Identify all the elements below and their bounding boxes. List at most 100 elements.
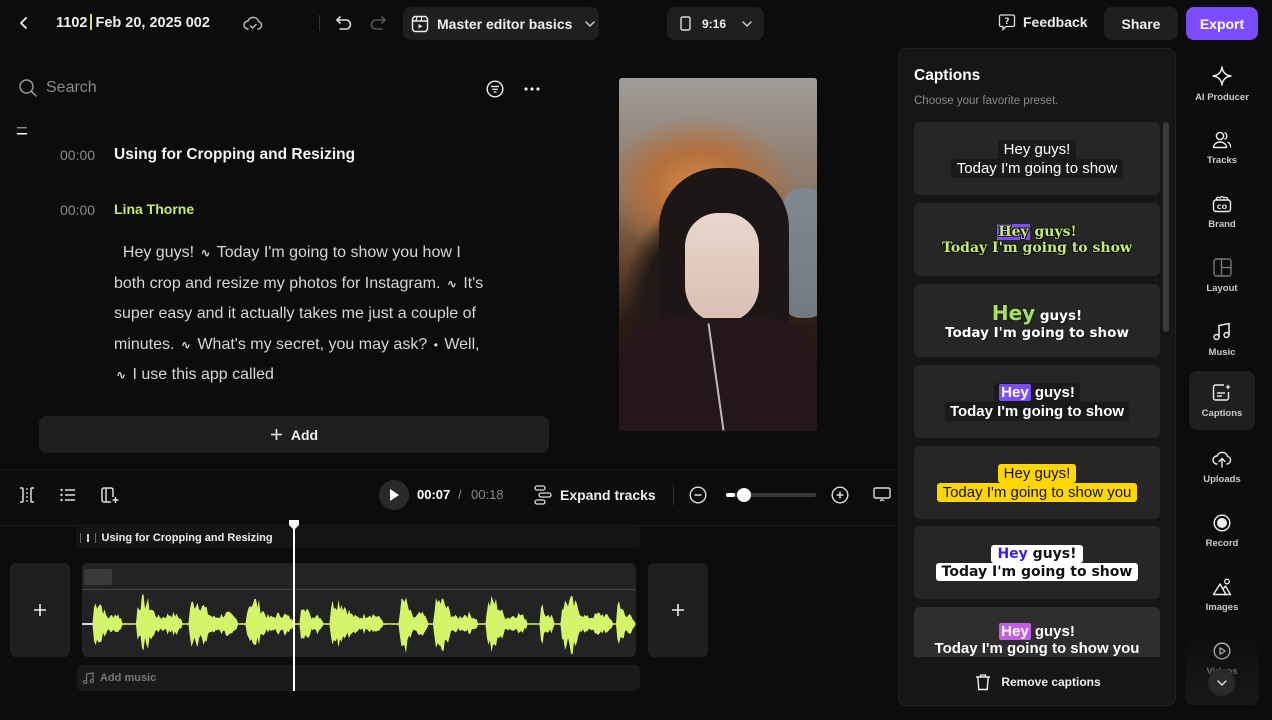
preset-line2: Today I'm going to show you <box>934 640 1140 657</box>
expand-tracks-button[interactable]: Expand tracks <box>534 485 656 505</box>
track-marker <box>80 532 81 543</box>
split-icon <box>20 487 34 503</box>
caption-preset[interactable]: Hey guys! Today I'm going to show you <box>914 607 1160 657</box>
more-options-button[interactable] <box>521 78 543 100</box>
captions-scrollbar[interactable] <box>1163 122 1169 332</box>
speaker-timestamp[interactable]: 00:00 <box>60 202 95 218</box>
rail-label: Uploads <box>1203 473 1241 485</box>
project-title[interactable]: 1102 Feb 20, 2025 002 <box>56 14 210 31</box>
pause-wave-icon[interactable]: ∿ <box>181 338 191 352</box>
rail-label: Captions <box>1201 407 1243 419</box>
template-dropdown[interactable]: Master editor basics <box>403 7 599 40</box>
preset-line1: Hey guys! <box>994 382 1080 402</box>
fit-screen-button[interactable] <box>871 485 893 505</box>
caption-preset[interactable]: Hey guys! Today I'm going to show <box>914 365 1160 438</box>
share-button[interactable]: Share <box>1104 7 1178 40</box>
pause-wave-icon[interactable]: ∿ <box>200 246 210 260</box>
caption-preset[interactable]: Hey guys! Today I'm going to show <box>914 203 1160 276</box>
feedback-button[interactable]: ? Feedback <box>998 13 1088 31</box>
scene-handle[interactable] <box>16 124 28 136</box>
aspect-ratio-value: 9:16 <box>702 16 727 31</box>
rail-item-images[interactable]: Images <box>1189 566 1255 624</box>
captions-icon <box>1212 383 1231 401</box>
back-button[interactable] <box>14 13 34 33</box>
add-after-button[interactable] <box>648 563 708 657</box>
pause-wave-icon[interactable]: ∿ <box>116 368 126 382</box>
scene-title[interactable]: Using for Cropping and Resizing <box>114 146 355 164</box>
feedback-icon: ? <box>998 14 1016 31</box>
filter-button[interactable] <box>484 78 506 100</box>
add-before-button[interactable] <box>10 563 70 657</box>
undo-button[interactable] <box>333 12 355 34</box>
feedback-label: Feedback <box>1023 14 1088 30</box>
aspect-ratio-dropdown[interactable]: 9:16 <box>667 7 764 40</box>
redo-icon <box>370 16 386 30</box>
rail-label: Music <box>1208 347 1236 358</box>
rail-item-record[interactable]: Record <box>1189 502 1255 560</box>
captions-title: Captions <box>914 67 981 84</box>
speaker-name[interactable]: Lina Thorne <box>114 201 194 217</box>
pause-wave-icon[interactable]: ∿ <box>447 277 457 291</box>
sparkle-icon <box>1212 65 1232 86</box>
transcript-text[interactable]: Hey guys! ∿ Today I'm going to show you … <box>114 238 494 391</box>
rail-scroll-down-button[interactable] <box>1208 669 1235 696</box>
transcript-segment[interactable]: Hey guys! <box>123 244 194 261</box>
video-preview[interactable] <box>619 78 817 431</box>
add-music-track[interactable]: Add music <box>77 665 640 691</box>
playhead-handle[interactable] <box>288 519 300 531</box>
layout-icon <box>1212 258 1232 277</box>
back-icon <box>20 17 27 29</box>
cloud-save-status[interactable] <box>241 12 265 34</box>
add-scene-button[interactable]: Add <box>39 416 549 453</box>
project-number: 1102 <box>56 15 88 31</box>
playhead[interactable] <box>293 520 295 691</box>
drag-handle-icon <box>17 127 27 135</box>
rail-item-ai-producer[interactable]: AI Producer <box>1189 55 1255 113</box>
redo-button[interactable] <box>367 12 389 34</box>
scene-track[interactable]: Using for Cropping and Resizing <box>76 527 640 548</box>
split-button[interactable] <box>16 485 38 505</box>
audio-clip[interactable] <box>82 563 636 657</box>
remove-captions-button[interactable]: Remove captions <box>899 657 1175 705</box>
add-layout-button[interactable] <box>99 485 121 505</box>
zoom-slider-thumb[interactable] <box>737 488 751 502</box>
caption-preset[interactable]: Hey guys! Today I'm going to show <box>914 526 1160 599</box>
preset-line1-rest: guys! <box>1030 383 1075 401</box>
scene-track-label: Using for Cropping and Resizing <box>101 531 273 544</box>
caption-preset[interactable]: Hey guys! Today I'm going to show you <box>914 446 1160 519</box>
rail-label: Brand <box>1208 218 1236 230</box>
zoom-out-button[interactable] <box>688 485 708 505</box>
pause-dot-icon[interactable]: • <box>434 338 438 352</box>
rail-item-music[interactable]: Music <box>1189 311 1255 369</box>
caption-preset[interactable]: Hey guys! Today I'm going to show <box>914 122 1160 195</box>
top-bar: 1102 Feb 20, 2025 002 Master editor basic… <box>0 0 1272 46</box>
list-icon <box>60 488 75 502</box>
preset-line2: Today I'm going to show <box>950 158 1124 178</box>
tracks-divider <box>0 525 897 526</box>
rail-label: Layout <box>1206 283 1238 294</box>
rail-item-tracks[interactable]: Tracks <box>1189 119 1255 177</box>
zoom-in-button[interactable] <box>830 485 850 505</box>
export-button[interactable]: Export <box>1186 7 1258 40</box>
preset-line1-rest: guys! <box>1027 545 1077 562</box>
transcript-segment[interactable]: Well, <box>444 336 479 353</box>
rail-item-captions[interactable]: Captions <box>1189 371 1255 430</box>
rail-item-uploads[interactable]: Uploads <box>1189 438 1255 496</box>
chevron-down-icon <box>585 20 596 27</box>
total-time: 00:18 <box>471 487 504 502</box>
list-view-button[interactable] <box>57 485 79 505</box>
search-input[interactable] <box>46 79 246 97</box>
rail-item-brand[interactable]: CO Brand <box>1189 183 1255 241</box>
scene-timestamp[interactable]: 00:00 <box>60 147 95 163</box>
transcript-segment[interactable]: What's my secret, you may ask? <box>197 336 427 353</box>
play-icon <box>390 489 399 501</box>
caption-preset[interactable]: Hey guys! Today I'm going to show <box>914 284 1160 357</box>
preset-line1: Hey guys! <box>997 223 1077 240</box>
music-note-icon <box>1213 322 1230 341</box>
play-button[interactable] <box>379 480 409 510</box>
preset-line2: Today I'm going to show you <box>936 482 1138 502</box>
transcript-segment[interactable]: I use this app called <box>133 366 274 383</box>
zoom-slider[interactable] <box>726 488 816 502</box>
rail-item-layout[interactable]: Layout <box>1189 247 1255 305</box>
image-icon <box>1212 578 1232 595</box>
